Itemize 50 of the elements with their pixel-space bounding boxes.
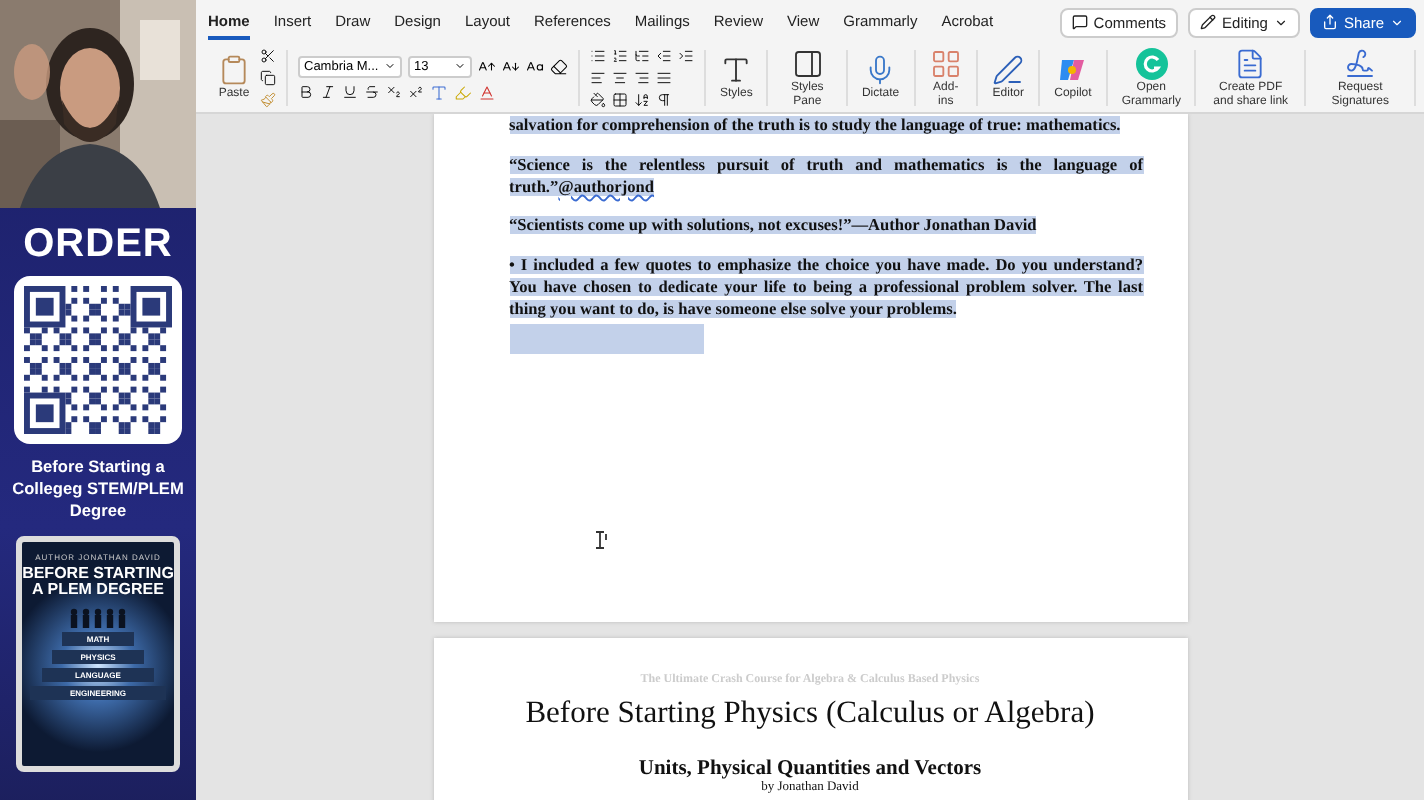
numbering-icon[interactable]: [612, 48, 628, 64]
align-center-icon[interactable]: [612, 70, 628, 86]
document-paragraph: salvation for comprehension of the truth is to study the language of true: mathematics.: [509, 116, 1123, 138]
document-title: Before Starting Physics (Calculus or Algebra): [525, 696, 1095, 732]
comment-icon: [1071, 14, 1088, 30]
pilcrow-icon[interactable]: [656, 92, 672, 108]
shrink-font-icon[interactable]: [502, 57, 520, 75]
caret-icon: [1273, 15, 1288, 29]
signature-icon[interactable]: [1344, 47, 1377, 80]
align-right-icon[interactable]: [634, 70, 650, 86]
sort-icon[interactable]: [634, 92, 650, 108]
italic-icon[interactable]: [320, 84, 336, 100]
underline-icon[interactable]: [342, 84, 358, 100]
justify-icon[interactable]: [656, 70, 672, 86]
pencil-icon: [1200, 14, 1217, 30]
copy-icon[interactable]: [260, 70, 276, 86]
increase-indent-icon[interactable]: [678, 48, 694, 64]
book-caption: Before Starting a Collegeg STEM/PLEM Degree: [12, 456, 184, 524]
document-paragraph: “Science is the relentless pursuit of truth and mathematics is the language of truth.”@authorjond: [509, 155, 1143, 199]
strikethrough-icon[interactable]: [364, 84, 380, 100]
caret-icon: [454, 60, 466, 72]
clear-formatting-icon[interactable]: [550, 57, 568, 75]
grid-icon[interactable]: [929, 47, 962, 80]
caret-icon: [384, 60, 396, 72]
pdf-document-icon[interactable]: [1234, 47, 1267, 80]
align-left-icon[interactable]: [590, 70, 606, 86]
order-heading: ORDER: [23, 224, 173, 264]
cut-icon[interactable]: [260, 48, 276, 64]
share-icon: [1321, 14, 1338, 30]
clipboard-icon[interactable]: [218, 54, 250, 87]
font-color-icon[interactable]: [478, 83, 496, 101]
subscript-icon[interactable]: [386, 84, 402, 100]
bold-icon[interactable]: [298, 84, 314, 100]
change-case-icon[interactable]: [526, 57, 544, 75]
multilevel-list-icon[interactable]: [634, 48, 650, 64]
bullets-icon[interactable]: [590, 48, 606, 64]
styles-pane-icon[interactable]: [791, 47, 824, 80]
borders-icon[interactable]: [612, 92, 628, 108]
grow-font-icon[interactable]: [478, 57, 496, 75]
text-cursor-icon: [593, 530, 609, 551]
superscript-icon[interactable]: [408, 84, 424, 100]
caret-icon: [1390, 15, 1404, 29]
book-title: BEFORE STARTING A PLEM DEGREE: [22, 565, 174, 599]
styles-icon[interactable]: [720, 54, 753, 87]
pen-icon[interactable]: [992, 54, 1025, 87]
silhouette-group-icon: [68, 608, 128, 629]
shading-icon[interactable]: [590, 92, 606, 108]
document-paragraph: • I included a few quotes to emphasize the choice you have made. Do you understand? You have chosen to dedicate your life to being a professional problem solver. The last thing you want to do, is have someone else solve your problems.: [509, 256, 1143, 321]
document-subtitle: Units, Physical Quantities and Vectors: [638, 758, 982, 780]
document-paragraph: “Scientists come up with solutions, not excuses!”—Author Jonathan David: [509, 216, 1039, 239]
